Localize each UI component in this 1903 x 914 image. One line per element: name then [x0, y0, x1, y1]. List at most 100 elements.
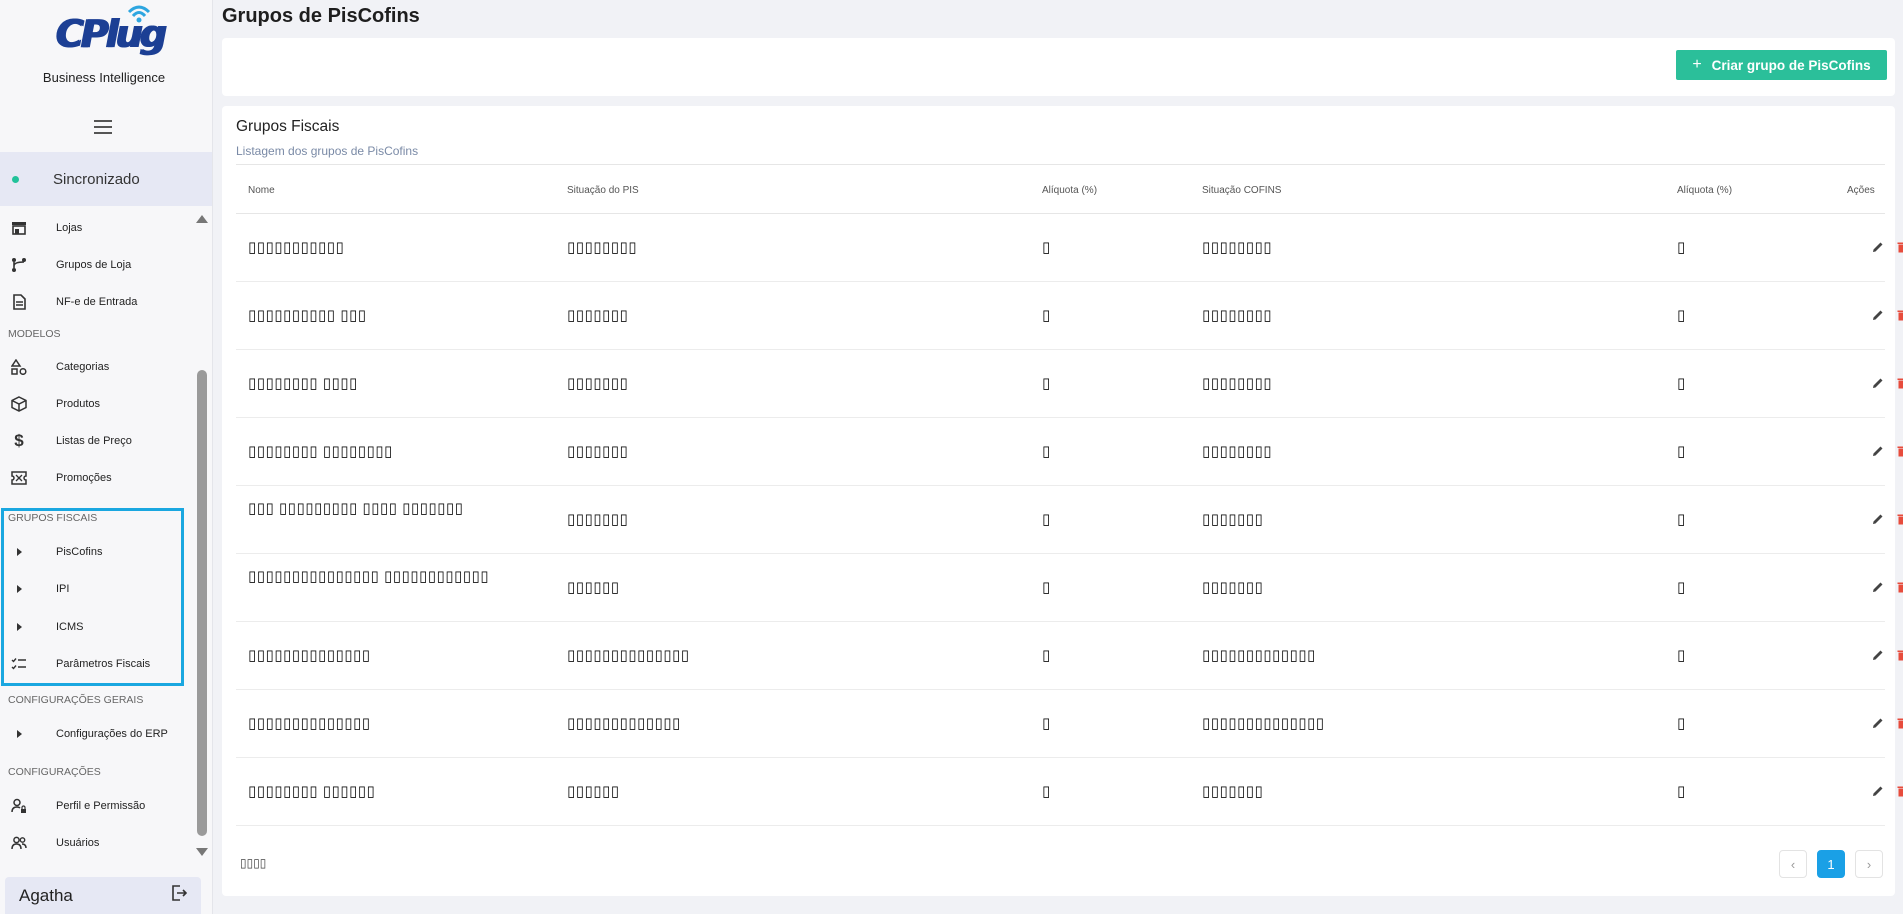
table-cell: ▯▯▯▯▯▯▯▯: [567, 239, 638, 256]
table-header: Nome Situação do PIS Alíquota (%) Situaç…: [236, 164, 1885, 214]
row-actions: [1872, 717, 1903, 729]
table-row: ▯▯▯▯▯▯▯▯▯▯▯▯▯▯▯ ▯▯▯▯▯▯▯▯▯▯▯▯ ▯▯▯▯▯▯ ▯ ▯▯▯▯▯…: [236, 554, 1903, 622]
section-title-configuracoes: CONFIGURAÇÕES: [8, 766, 101, 778]
shapes-icon: [10, 358, 28, 376]
table-cell: ▯: [1042, 443, 1051, 460]
table-body: ▯▯▯▯▯▯▯▯▯▯▯ ▯▯▯▯▯▯▯▯ ▯ ▯▯▯▯▯▯▯▯ ▯ ▯▯▯▯▯▯▯▯▯▯ …: [236, 214, 1903, 826]
sidebar-item-config-erp[interactable]: Configurações do ERP: [0, 719, 200, 749]
sidebar-item-perfil-permissao[interactable]: Perfil e Permissão: [0, 791, 200, 821]
delete-icon[interactable]: [1896, 241, 1903, 253]
table-cell: ▯: [1042, 239, 1051, 256]
sidebar-item-grupos-de-loja[interactable]: Grupos de Loja: [0, 250, 200, 280]
sidebar-item-label: Promoções: [56, 472, 112, 484]
sidebar: CPlug Business Intelligence Sincronizado…: [0, 0, 213, 914]
dollar-icon: $: [14, 431, 24, 450]
menu-toggle-icon[interactable]: [94, 120, 112, 134]
row-actions: [1872, 377, 1903, 389]
table-row: ▯▯▯▯▯▯▯▯▯▯ ▯▯▯ ▯▯▯▯▯▯▯ ▯ ▯▯▯▯▯▯▯▯ ▯: [236, 282, 1903, 350]
app-subtitle: Business Intelligence: [42, 70, 166, 85]
column-header: Alíquota (%): [1042, 185, 1098, 196]
sidebar-item-label: Lojas: [56, 222, 83, 234]
table-cell: ▯: [1042, 715, 1051, 732]
edit-icon[interactable]: [1872, 377, 1884, 389]
column-header: Alíquota (%): [1677, 185, 1733, 196]
groups-card: Grupos Fiscais Listagem dos grupos de Pi…: [222, 106, 1903, 896]
sidebar-item-promocoes[interactable]: Promoções: [0, 463, 200, 493]
edit-icon[interactable]: [1872, 649, 1884, 661]
table-cell: ▯▯▯▯▯▯▯▯ ▯▯▯▯▯▯▯▯: [248, 443, 393, 460]
logout-icon[interactable]: [171, 885, 188, 906]
pagination: ‹ 1 ›: [1779, 850, 1883, 878]
edit-icon[interactable]: [1872, 241, 1884, 253]
table-cell: ▯▯▯▯▯▯▯▯▯▯▯: [248, 239, 345, 256]
table-cell: ▯: [1677, 783, 1686, 800]
delete-icon[interactable]: [1896, 717, 1903, 729]
sidebar-item-label: Usuários: [56, 837, 100, 849]
column-header: Nome: [248, 185, 275, 196]
delete-icon[interactable]: [1896, 649, 1903, 661]
edit-icon[interactable]: [1872, 785, 1884, 797]
column-header: Situação COFINS: [1202, 185, 1282, 196]
sidebar-item-lojas[interactable]: Lojas: [0, 213, 200, 243]
table-row: ▯▯▯▯▯▯▯▯▯▯▯▯▯▯▯▯▯▯▯▯▯▯▯▯▯▯▯▯▯▯▯▯▯▯▯▯▯▯▯▯…: [236, 622, 1903, 690]
delete-icon[interactable]: [1896, 445, 1903, 457]
edit-icon[interactable]: [1872, 513, 1884, 525]
plus-icon: +: [1692, 56, 1702, 73]
table-cell: ▯: [1042, 579, 1051, 596]
table-cell: ▯▯▯▯▯▯▯▯ ▯▯▯▯▯▯: [248, 783, 376, 800]
delete-icon[interactable]: [1896, 581, 1903, 593]
sidebar-item-usuarios[interactable]: Usuários: [0, 828, 200, 858]
sidebar-item-listas-de-preco[interactable]: $ Listas de Preço: [0, 426, 200, 456]
table-cell: ▯: [1677, 579, 1686, 596]
table-row: ▯▯▯▯▯▯▯▯ ▯▯▯▯▯▯▯▯▯▯▯▯▯▯▯▯▯▯▯▯▯: [236, 758, 1903, 826]
table-cell: ▯: [1677, 375, 1686, 392]
table-cell: ▯: [1677, 715, 1686, 732]
table-cell: ▯: [1042, 307, 1051, 324]
row-actions: [1872, 241, 1903, 253]
table-cell: ▯: [1677, 239, 1686, 256]
table-cell: ▯▯▯▯▯▯▯▯▯▯▯▯▯: [567, 715, 681, 732]
sidebar-item-label: Produtos: [56, 398, 101, 410]
document-icon: [10, 293, 28, 311]
scroll-up-arrow-icon[interactable]: [196, 215, 208, 223]
row-actions: [1872, 581, 1903, 593]
sidebar-item-categorias[interactable]: Categorias: [0, 352, 200, 382]
row-actions: [1872, 785, 1903, 797]
table-cell: ▯: [1677, 443, 1686, 460]
section-title-modelos: MODELOS: [8, 328, 61, 340]
edit-icon[interactable]: [1872, 581, 1884, 593]
edit-icon[interactable]: [1872, 445, 1884, 457]
table-cell: ▯▯▯ ▯▯▯▯▯▯▯▯▯ ▯▯▯▯ ▯▯▯▯▯▯▯: [248, 500, 464, 517]
sidebar-item-label: Configurações do ERP: [56, 728, 168, 740]
table-cell: ▯: [1042, 647, 1051, 664]
delete-icon[interactable]: [1896, 513, 1903, 525]
sidebar-item-label: Perfil e Permissão: [56, 800, 146, 812]
table-cell: ▯▯▯▯▯▯▯▯ ▯▯▯▯: [248, 375, 358, 392]
sidebar-item-produtos[interactable]: Produtos: [0, 389, 200, 419]
sidebar-scrollbar-thumb[interactable]: [197, 370, 207, 836]
card-subtitle: Listagem dos grupos de PisCofins: [236, 144, 419, 158]
table-cell: ▯▯▯▯▯▯▯▯▯▯▯▯▯▯: [248, 715, 371, 732]
sidebar-item-nfe-entrada[interactable]: NF-e de Entrada: [0, 287, 200, 317]
delete-icon[interactable]: [1896, 785, 1903, 797]
sync-label: Sincronizado: [53, 170, 140, 188]
row-actions: [1872, 649, 1903, 661]
delete-icon[interactable]: [1896, 377, 1903, 389]
page-button[interactable]: 1: [1817, 850, 1845, 878]
table-cell: ▯▯▯▯▯▯▯▯▯▯▯▯▯: [1202, 647, 1316, 664]
sidebar-item-label: Grupos de Loja: [56, 259, 132, 271]
delete-icon[interactable]: [1896, 309, 1903, 321]
table-cell: ▯▯▯▯▯▯▯: [1202, 511, 1264, 528]
table-cell: ▯: [1677, 511, 1686, 528]
total-count: ▯▯▯▯: [240, 856, 267, 870]
table-cell: ▯: [1677, 647, 1686, 664]
edit-icon[interactable]: [1872, 309, 1884, 321]
brand-logo[interactable]: CPlug: [55, 4, 166, 56]
next-page-button[interactable]: ›: [1855, 850, 1883, 878]
edit-icon[interactable]: [1872, 717, 1884, 729]
prev-page-button[interactable]: ‹: [1779, 850, 1807, 878]
create-group-button[interactable]: + Criar grupo de PisCofins: [1676, 50, 1887, 80]
scroll-down-arrow-icon[interactable]: [196, 848, 208, 856]
table-cell: ▯▯▯▯▯▯▯: [1202, 783, 1264, 800]
table-row: ▯▯▯ ▯▯▯▯▯▯▯▯▯ ▯▯▯▯ ▯▯▯▯▯▯▯ ▯▯▯▯▯▯▯ ▯ ▯▯▯▯▯▯…: [236, 486, 1903, 554]
